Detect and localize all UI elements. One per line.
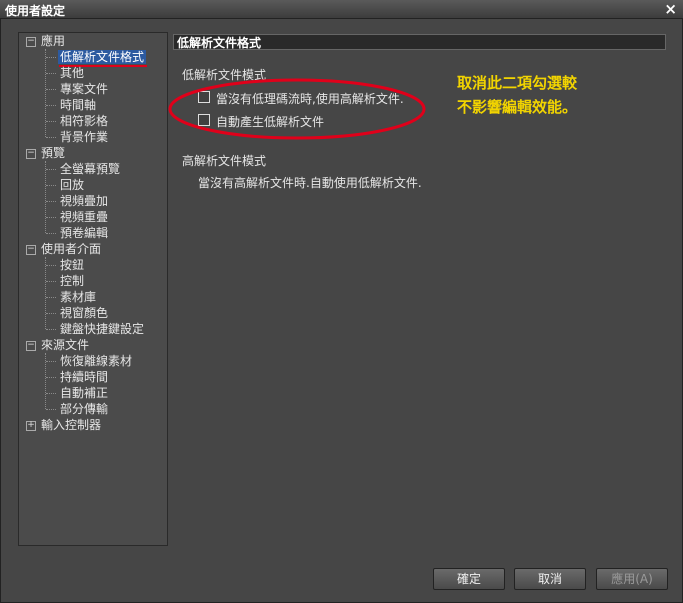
tree-connector xyxy=(46,281,56,282)
tree-connector xyxy=(46,377,56,378)
settings-tree[interactable]: − 應用 低解析文件格式 其他 專案文件 時間軸 相符影格 背景作業 − 預覽 … xyxy=(18,32,168,546)
tree-connector xyxy=(46,393,56,394)
tree-connector xyxy=(46,313,56,314)
red-ellipse-annotation xyxy=(168,78,426,140)
tree-item-duration[interactable]: 持續時間 xyxy=(60,369,108,385)
tree-item-preroll-edit[interactable]: 預卷編輯 xyxy=(60,225,108,241)
tree-item-restore-offline[interactable]: 恢復離線素材 xyxy=(60,353,132,369)
tree-item-keyboard-shortcuts[interactable]: 鍵盤快捷鍵設定 xyxy=(60,321,144,337)
tree-connector xyxy=(46,409,56,410)
tree-connector xyxy=(46,297,56,298)
tree-group-input-controller[interactable]: 輸入控制器 xyxy=(41,417,101,433)
tree-connector xyxy=(46,105,56,106)
collapse-icon[interactable]: − xyxy=(26,37,36,47)
tree-connector xyxy=(46,169,56,170)
tree-item-project-file[interactable]: 專案文件 xyxy=(60,81,108,97)
tree-item-auto-correct[interactable]: 自動補正 xyxy=(60,385,108,401)
window-title: 使用者設定 xyxy=(5,4,66,18)
tree-item-match-frame[interactable]: 相符影格 xyxy=(60,113,108,129)
tree-connector xyxy=(45,161,46,233)
dialog-body: − 應用 低解析文件格式 其他 專案文件 時間軸 相符影格 背景作業 − 預覽 … xyxy=(0,18,683,603)
tree-item-buttons[interactable]: 按鈕 xyxy=(60,257,84,273)
tree-connector xyxy=(46,57,56,58)
cancel-button[interactable]: 取消 xyxy=(514,568,586,590)
ok-button[interactable]: 確定 xyxy=(433,568,505,590)
high-res-section-text: 當沒有高解析文件時.自動使用低解析文件. xyxy=(198,176,422,190)
tree-item-video-overlap[interactable]: 視頻重疊 xyxy=(60,209,108,225)
tree-connector xyxy=(46,329,56,330)
panel-title: 低解析文件格式 xyxy=(173,34,666,50)
tree-group-user-interface[interactable]: 使用者介面 xyxy=(41,241,101,257)
collapse-icon[interactable]: − xyxy=(26,245,36,255)
close-icon[interactable]: × xyxy=(664,0,677,18)
tree-item-video-overlay[interactable]: 視頻疊加 xyxy=(60,193,108,209)
tree-connector xyxy=(46,265,56,266)
tree-item-media-library[interactable]: 素材庫 xyxy=(60,289,96,305)
tree-item-control[interactable]: 控制 xyxy=(60,273,84,289)
tree-connector xyxy=(46,73,56,74)
tree-item-other[interactable]: 其他 xyxy=(60,65,84,81)
collapse-icon[interactable]: − xyxy=(26,341,36,351)
tree-item-label: 低解析文件格式 xyxy=(58,50,147,64)
tree-connector xyxy=(46,185,56,186)
tree-group-preview[interactable]: 預覽 xyxy=(41,145,65,161)
annotation-line-1: 取消此二項勾選較 xyxy=(457,74,578,92)
high-res-section-heading: 高解析文件模式 xyxy=(182,154,267,168)
tree-connector xyxy=(46,201,56,202)
tree-connector xyxy=(46,89,56,90)
tree-item-playback[interactable]: 回放 xyxy=(60,177,84,193)
tree-connector xyxy=(45,49,46,137)
tree-group-source-files[interactable]: 來源文件 xyxy=(41,337,89,353)
tree-connector xyxy=(46,361,56,362)
tree-item-partial-transfer[interactable]: 部分傳輸 xyxy=(60,401,108,417)
annotation-line-2: 不影響編輯效能。 xyxy=(457,98,578,116)
tree-connector xyxy=(46,137,56,138)
collapse-icon[interactable]: − xyxy=(26,149,36,159)
apply-button[interactable]: 應用(A) xyxy=(596,568,668,590)
tree-item-low-res-format[interactable]: 低解析文件格式 xyxy=(58,49,147,65)
expand-icon[interactable]: + xyxy=(26,421,36,431)
tree-item-fullscreen-preview[interactable]: 全螢幕預覽 xyxy=(60,161,120,177)
tree-group-application[interactable]: 應用 xyxy=(41,33,65,49)
tree-connector xyxy=(45,257,46,329)
tree-connector xyxy=(46,233,56,234)
tree-item-window-colors[interactable]: 視窗顏色 xyxy=(60,305,108,321)
title-bar: 使用者設定 × xyxy=(0,0,683,19)
tree-connector xyxy=(46,217,56,218)
tree-item-background-jobs[interactable]: 背景作業 xyxy=(60,129,108,145)
tree-connector xyxy=(46,121,56,122)
annotation-text: 取消此二項勾選較 不影響編輯效能。 xyxy=(457,71,577,119)
tree-item-timeline[interactable]: 時間軸 xyxy=(60,97,96,113)
